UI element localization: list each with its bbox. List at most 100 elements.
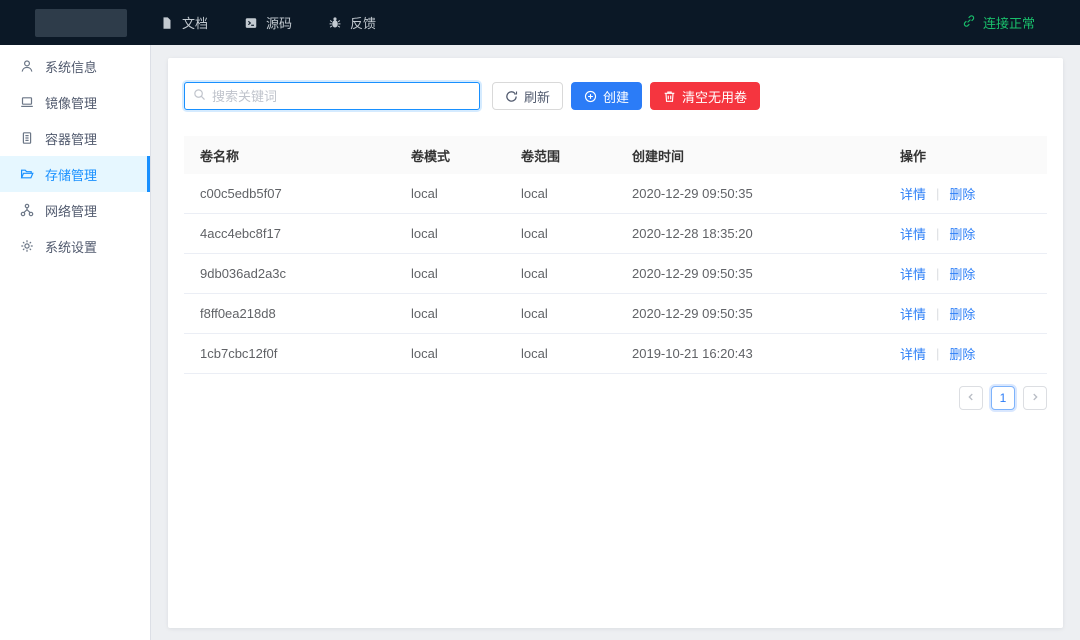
table-row: f8ff0ea218d8 local local 2020-12-29 09:5… bbox=[184, 294, 1047, 334]
volume-created: 2020-12-29 09:50:35 bbox=[616, 186, 884, 201]
clear-label: 清空无用卷 bbox=[682, 87, 747, 106]
topnav-item-label: 源码 bbox=[266, 13, 292, 32]
volume-created: 2020-12-29 09:50:35 bbox=[616, 266, 884, 281]
refresh-icon bbox=[505, 90, 518, 103]
next-page-button[interactable] bbox=[1023, 386, 1047, 410]
volume-scope: local bbox=[505, 226, 616, 241]
topnav-item-source[interactable]: 源码 bbox=[244, 13, 292, 32]
sidebar-item-network[interactable]: 网络管理 bbox=[0, 192, 150, 228]
table-row: 4acc4ebc8f17 local local 2020-12-28 18:3… bbox=[184, 214, 1047, 254]
bug-icon bbox=[328, 16, 342, 30]
toolbar: 刷新 创建 清空无用卷 bbox=[184, 82, 1047, 110]
topnav-item-feedback[interactable]: 反馈 bbox=[328, 13, 376, 32]
delete-link[interactable]: 删除 bbox=[949, 344, 975, 363]
delete-link[interactable]: 删除 bbox=[949, 264, 975, 283]
detail-link[interactable]: 详情 bbox=[900, 304, 926, 323]
user-icon bbox=[20, 59, 34, 73]
topnav: 文档 源码 反馈 bbox=[160, 13, 376, 32]
table-row: c00c5edb5f07 local local 2020-12-29 09:5… bbox=[184, 174, 1047, 214]
topnav-item-label: 反馈 bbox=[350, 13, 376, 32]
action-separator: | bbox=[936, 226, 939, 241]
app-logo bbox=[35, 9, 127, 37]
container-icon bbox=[20, 131, 34, 145]
laptop-icon bbox=[20, 95, 34, 109]
chevron-right-icon bbox=[1030, 391, 1040, 405]
volume-name: c00c5edb5f07 bbox=[184, 186, 395, 201]
detail-link[interactable]: 详情 bbox=[900, 264, 926, 283]
main-content: 刷新 创建 清空无用卷 卷名称 bbox=[151, 45, 1080, 640]
delete-link[interactable]: 删除 bbox=[949, 304, 975, 323]
volume-name: 4acc4ebc8f17 bbox=[184, 226, 395, 241]
volume-mode: local bbox=[395, 186, 505, 201]
prev-page-button[interactable] bbox=[959, 386, 983, 410]
search-input[interactable] bbox=[212, 89, 471, 104]
volume-mode: local bbox=[395, 226, 505, 241]
chevron-left-icon bbox=[966, 391, 976, 405]
volumes-table: 卷名称 卷模式 卷范围 创建时间 操作 c00c5edb5f07 local l… bbox=[184, 136, 1047, 374]
gear-icon bbox=[20, 239, 34, 253]
connection-status-label: 连接正常 bbox=[983, 13, 1035, 32]
volume-scope: local bbox=[505, 266, 616, 281]
column-header-name: 卷名称 bbox=[184, 146, 395, 165]
search-box[interactable] bbox=[184, 82, 480, 110]
topnav-item-docs[interactable]: 文档 bbox=[160, 13, 208, 32]
document-icon bbox=[160, 16, 174, 30]
table-row: 9db036ad2a3c local local 2020-12-29 09:5… bbox=[184, 254, 1047, 294]
refresh-button[interactable]: 刷新 bbox=[492, 82, 563, 110]
volume-name: 1cb7cbc12f0f bbox=[184, 346, 395, 361]
action-separator: | bbox=[936, 266, 939, 281]
search-icon bbox=[193, 88, 206, 104]
code-icon bbox=[244, 16, 258, 30]
volume-scope: local bbox=[505, 346, 616, 361]
action-separator: | bbox=[936, 306, 939, 321]
sidebar-item-system-info[interactable]: 系统信息 bbox=[0, 48, 150, 84]
column-header-mode: 卷模式 bbox=[395, 146, 505, 165]
create-label: 创建 bbox=[603, 87, 629, 106]
page-number-button[interactable]: 1 bbox=[991, 386, 1015, 410]
sidebar: 系统信息 镜像管理 容器管理 存储管理 网络管理 bbox=[0, 45, 151, 640]
sidebar-item-label: 镜像管理 bbox=[45, 93, 97, 112]
connection-status[interactable]: 连接正常 bbox=[962, 13, 1035, 32]
column-header-scope: 卷范围 bbox=[505, 146, 616, 165]
sidebar-item-storage[interactable]: 存储管理 bbox=[0, 156, 150, 192]
topnav-item-label: 文档 bbox=[182, 13, 208, 32]
sidebar-item-label: 容器管理 bbox=[45, 129, 97, 148]
clear-unused-volumes-button[interactable]: 清空无用卷 bbox=[650, 82, 760, 110]
folder-open-icon bbox=[20, 167, 34, 181]
volume-mode: local bbox=[395, 306, 505, 321]
detail-link[interactable]: 详情 bbox=[900, 184, 926, 203]
table-row: 1cb7cbc12f0f local local 2019-10-21 16:2… bbox=[184, 334, 1047, 374]
volume-scope: local bbox=[505, 306, 616, 321]
sidebar-item-containers[interactable]: 容器管理 bbox=[0, 120, 150, 156]
create-button[interactable]: 创建 bbox=[571, 82, 642, 110]
sidebar-item-label: 存储管理 bbox=[45, 165, 97, 184]
sidebar-item-settings[interactable]: 系统设置 bbox=[0, 228, 150, 264]
delete-link[interactable]: 删除 bbox=[949, 224, 975, 243]
volume-created: 2020-12-28 18:35:20 bbox=[616, 226, 884, 241]
pagination: 1 bbox=[184, 386, 1047, 410]
volume-name: f8ff0ea218d8 bbox=[184, 306, 395, 321]
table-body: c00c5edb5f07 local local 2020-12-29 09:5… bbox=[184, 174, 1047, 374]
detail-link[interactable]: 详情 bbox=[900, 224, 926, 243]
volume-mode: local bbox=[395, 346, 505, 361]
link-icon bbox=[962, 14, 976, 31]
table-header: 卷名称 卷模式 卷范围 创建时间 操作 bbox=[184, 136, 1047, 174]
sidebar-item-label: 系统设置 bbox=[45, 237, 97, 256]
plus-circle-icon bbox=[584, 90, 597, 103]
topbar: 文档 源码 反馈 连接正常 bbox=[0, 0, 1080, 45]
volume-name: 9db036ad2a3c bbox=[184, 266, 395, 281]
network-icon bbox=[20, 203, 34, 217]
sidebar-item-label: 系统信息 bbox=[45, 57, 97, 76]
column-header-created: 创建时间 bbox=[616, 146, 884, 165]
volume-scope: local bbox=[505, 186, 616, 201]
refresh-label: 刷新 bbox=[524, 87, 550, 106]
sidebar-item-images[interactable]: 镜像管理 bbox=[0, 84, 150, 120]
page-number: 1 bbox=[1000, 391, 1007, 405]
action-separator: | bbox=[936, 186, 939, 201]
volume-created: 2019-10-21 16:20:43 bbox=[616, 346, 884, 361]
delete-link[interactable]: 删除 bbox=[949, 184, 975, 203]
column-header-actions: 操作 bbox=[884, 146, 1047, 165]
detail-link[interactable]: 详情 bbox=[900, 344, 926, 363]
sidebar-item-label: 网络管理 bbox=[45, 201, 97, 220]
volume-created: 2020-12-29 09:50:35 bbox=[616, 306, 884, 321]
